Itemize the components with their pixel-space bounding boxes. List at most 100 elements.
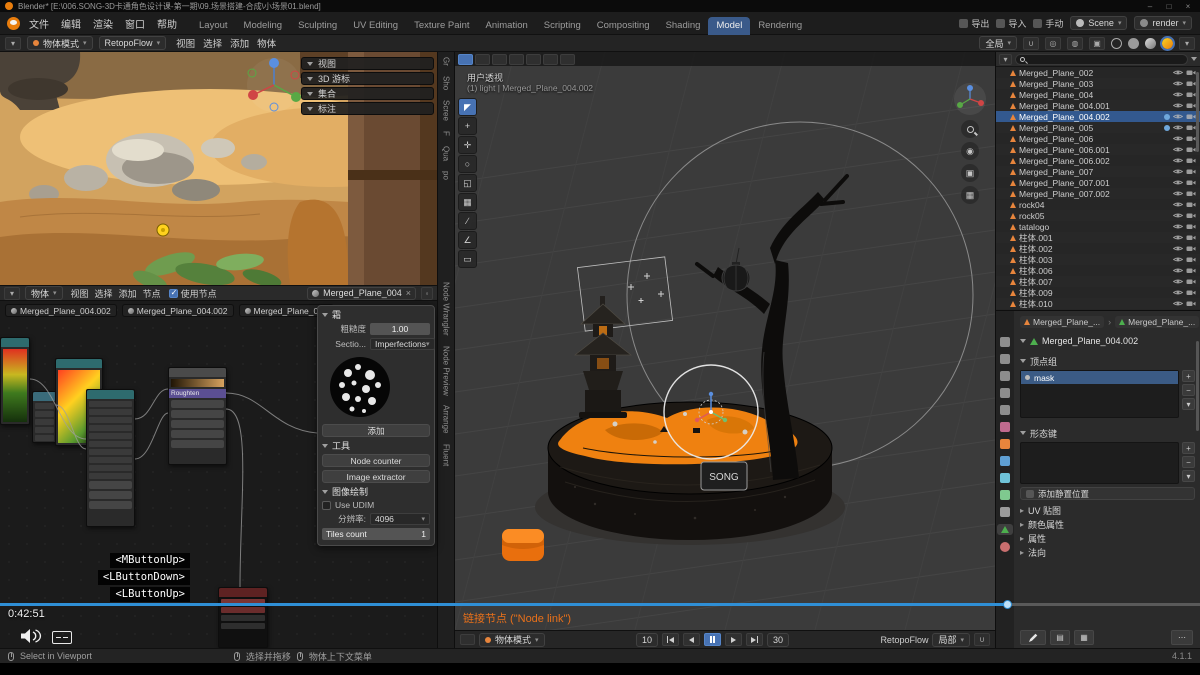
move-tool-button[interactable]: ✛ xyxy=(458,136,477,154)
select-box-icon[interactable] xyxy=(475,54,490,65)
cursor-tool-button[interactable]: + xyxy=(458,117,477,135)
hide-eye-icon[interactable] xyxy=(1173,289,1183,296)
uv-maps-header[interactable]: ▸UV 贴图 xyxy=(1020,503,1195,517)
shape-key-specials-icon[interactable]: ▾ xyxy=(1182,470,1195,482)
outliner-row[interactable]: Merged_Plane_007.001 xyxy=(996,177,1200,188)
vertex-groups-header[interactable]: 顶点组 xyxy=(1020,354,1195,368)
side-tab[interactable]: Node Wrangler xyxy=(442,282,451,336)
hide-eye-icon[interactable] xyxy=(1173,102,1183,109)
render-preview-viewport[interactable]: 视图 3D 游标 集合 标注 xyxy=(0,52,437,285)
outliner-row[interactable]: Merged_Plane_002 xyxy=(996,67,1200,78)
render-camera-icon[interactable] xyxy=(1186,135,1196,142)
minimize-button[interactable]: – xyxy=(1143,2,1157,11)
node-header[interactable] xyxy=(1,338,29,347)
proportional-editing-icon[interactable]: ◎ xyxy=(1045,37,1061,50)
node-counter-button[interactable]: Node counter xyxy=(322,454,430,467)
close-button[interactable]: × xyxy=(1181,2,1195,11)
modifier-wrench-icon[interactable] xyxy=(1164,114,1170,120)
render-camera-icon[interactable] xyxy=(1186,256,1196,263)
sidebar-panel-tab[interactable]: 视图 xyxy=(301,57,434,70)
remove-shape-key-button[interactable]: − xyxy=(1182,456,1195,468)
transform-tool-button[interactable]: ▦ xyxy=(458,193,477,211)
output-tab[interactable] xyxy=(1000,371,1010,381)
udim-row[interactable]: Use UDIM xyxy=(322,500,430,510)
transform-orientation-dropdown[interactable]: 全局 xyxy=(979,36,1017,50)
output-node[interactable] xyxy=(218,587,268,648)
side-tab[interactable]: Sho xyxy=(442,76,451,90)
video-progress-bar[interactable] xyxy=(0,603,1200,606)
frost-section-header[interactable]: 霜 xyxy=(322,309,430,320)
export-button[interactable]: 导出 xyxy=(959,17,989,30)
workspace-tab[interactable]: Texture Paint xyxy=(406,17,477,35)
render-camera-icon[interactable] xyxy=(1186,289,1196,296)
shape-keys-list[interactable] xyxy=(1020,442,1179,484)
select-tool-button[interactable]: ◤ xyxy=(458,98,477,116)
properties-scrollbar[interactable] xyxy=(1196,341,1199,431)
vertex-group-item[interactable]: mask xyxy=(1021,371,1178,384)
tools-section-header[interactable]: 工具 xyxy=(322,440,430,451)
hide-eye-icon[interactable] xyxy=(1173,300,1183,307)
modifiers-tab[interactable] xyxy=(1000,456,1010,466)
outliner-row[interactable]: Merged_Plane_007.002 xyxy=(996,188,1200,199)
camera-view-icon[interactable]: ▣ xyxy=(961,164,979,182)
footer-snap-icon[interactable]: ∪ xyxy=(974,633,990,646)
hide-eye-icon[interactable] xyxy=(1173,157,1183,164)
hide-eye-icon[interactable] xyxy=(1173,168,1183,175)
vertex-groups-list[interactable]: mask xyxy=(1020,370,1179,418)
rendered-shading-icon[interactable] xyxy=(1162,38,1173,49)
play-reverse-button[interactable] xyxy=(683,633,700,646)
breadcrumb-object[interactable]: Merged_Plane_... xyxy=(1020,316,1104,328)
render-camera-icon[interactable] xyxy=(1186,300,1196,307)
scale-tool-button[interactable]: ◱ xyxy=(458,174,477,192)
speaker-icon[interactable] xyxy=(20,628,42,644)
hide-eye-icon[interactable] xyxy=(1173,69,1183,76)
mode-dropdown[interactable]: 物体模式 xyxy=(27,36,93,50)
outliner-row[interactable]: 柱体.006 xyxy=(996,265,1200,276)
tweak-tool-icon[interactable] xyxy=(458,54,473,65)
viewport-menu-item[interactable]: 选择 xyxy=(199,36,226,50)
zoom-icon[interactable] xyxy=(961,120,979,138)
side-tab[interactable]: Node Preview xyxy=(442,346,451,396)
outliner-row[interactable]: 柱体.010 xyxy=(996,298,1200,309)
tool-tab[interactable] xyxy=(1000,337,1010,347)
scene-selector[interactable]: Scene xyxy=(1070,16,1127,30)
physics-tab[interactable] xyxy=(1000,490,1010,500)
render-camera-icon[interactable] xyxy=(1186,212,1196,219)
object-data-tab[interactable] xyxy=(997,524,1013,535)
render-camera-icon[interactable] xyxy=(1186,80,1196,87)
sidebar-panel-tab[interactable]: 集合 xyxy=(301,87,434,100)
use-nodes-toggle[interactable]: 使用节点 xyxy=(169,287,217,300)
add-shape-key-button[interactable]: + xyxy=(1182,442,1195,454)
viewport-menu-item[interactable]: 视图 xyxy=(172,36,199,50)
render-camera-icon[interactable] xyxy=(1186,267,1196,274)
side-tab[interactable]: Arrange xyxy=(442,405,451,433)
frame-start-field[interactable]: 10 xyxy=(636,633,658,647)
outliner-row[interactable]: 柱体.009 xyxy=(996,287,1200,298)
workspace-tab[interactable]: Compositing xyxy=(589,17,658,35)
filter-icon[interactable] xyxy=(1191,57,1197,61)
measure-tool-icon[interactable] xyxy=(543,54,558,65)
outliner-row[interactable]: Merged_Plane_006.002 xyxy=(996,155,1200,166)
add-button[interactable]: 添加 xyxy=(322,424,430,437)
maximize-button[interactable]: □ xyxy=(1162,2,1176,11)
shader-menu-item[interactable]: 选择 xyxy=(92,287,116,300)
jump-end-button[interactable] xyxy=(746,633,763,646)
view-layer-selector[interactable]: render xyxy=(1134,16,1192,30)
outliner-row[interactable]: Merged_Plane_004.002 xyxy=(996,111,1200,122)
play-button[interactable] xyxy=(725,633,742,646)
retopoflow-menu[interactable]: RetopoFlow xyxy=(99,36,167,50)
xray-toggle-icon[interactable]: ▣ xyxy=(1089,37,1105,50)
outliner-display-mode-icon[interactable]: ▾ xyxy=(999,54,1012,65)
material-tab[interactable] xyxy=(1000,542,1010,552)
select-circle-icon[interactable] xyxy=(492,54,507,65)
render-camera-icon[interactable] xyxy=(1186,157,1196,164)
move-view-icon[interactable]: ◉ xyxy=(961,142,979,160)
side-tab[interactable]: Scree xyxy=(442,100,451,121)
outliner-row[interactable]: Merged_Plane_005 xyxy=(996,122,1200,133)
shader-type-dropdown[interactable]: 物体 xyxy=(25,286,63,300)
snap-magnet-icon[interactable]: ∪ xyxy=(1023,37,1039,50)
axis-gizmo-icon[interactable] xyxy=(244,54,304,116)
jump-start-button[interactable] xyxy=(662,633,679,646)
overflow-menu-button[interactable]: ⋯ xyxy=(1171,630,1193,645)
breadcrumb[interactable]: Merged_Plane_004.002 xyxy=(5,304,117,317)
